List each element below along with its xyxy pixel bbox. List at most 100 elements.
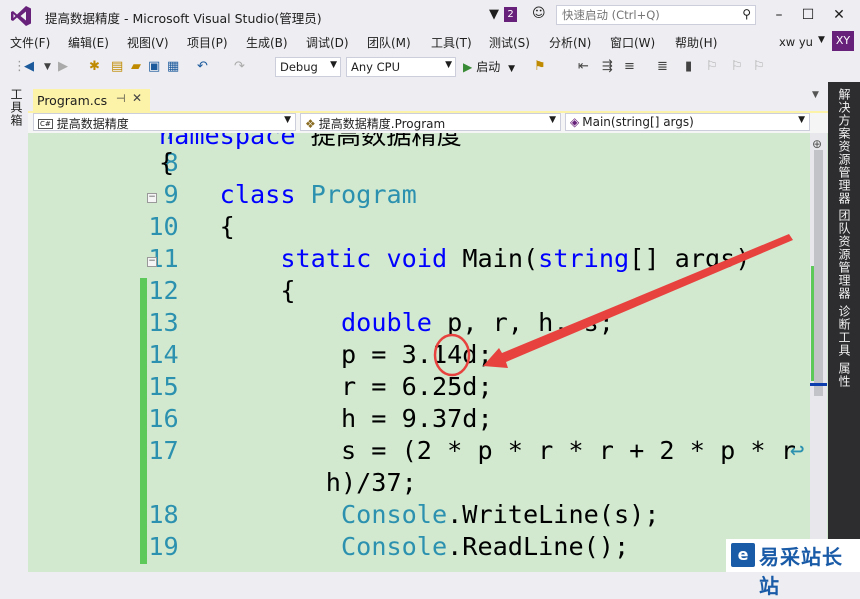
platform-dropdown[interactable]: Any CPU ▼ bbox=[346, 57, 456, 77]
chevron-down-icon: ▼ bbox=[284, 115, 291, 125]
chevron-down-icon: ▼ bbox=[508, 64, 515, 74]
window-title: 提高数据精度 - Microsoft Visual Studio(管理员) bbox=[45, 11, 322, 26]
next-bookmark-icon[interactable]: ⚐ bbox=[731, 59, 743, 74]
find-in-files-icon[interactable]: ⚑ bbox=[534, 59, 546, 74]
menu-view[interactable]: 视图(V) bbox=[127, 34, 169, 51]
code-line: 17 s = (2 * p * r * r + 2 * p * r * ↩ bbox=[28, 436, 826, 468]
collapse-icon[interactable]: − bbox=[147, 193, 157, 203]
format-icon[interactable]: ⇶ bbox=[602, 59, 613, 74]
step-icon[interactable]: ⇤ bbox=[578, 59, 589, 74]
save-all-icon[interactable]: ▦ bbox=[167, 59, 179, 74]
minimize-button[interactable]: – bbox=[766, 4, 792, 26]
pin-icon[interactable]: ⊣ bbox=[116, 92, 126, 105]
tab-list-icon[interactable]: ▼ bbox=[812, 90, 819, 100]
menu-team[interactable]: 团队(M) bbox=[367, 34, 411, 51]
save-icon[interactable]: ▣ bbox=[148, 59, 160, 74]
class-icon: ❖ bbox=[305, 117, 316, 131]
prev-bookmark-icon[interactable]: ⚐ bbox=[706, 59, 718, 74]
close-icon[interactable]: ✕ bbox=[132, 91, 142, 105]
project-dropdown[interactable]: C# 提高数据精度 ▼ bbox=[33, 113, 296, 131]
code-text: p = 3.14d; bbox=[159, 340, 493, 369]
chevron-down-icon: ▼ bbox=[549, 115, 556, 125]
code-line-wrapped: h)/37; bbox=[28, 468, 417, 500]
configuration-dropdown[interactable]: Debug ▼ bbox=[275, 57, 341, 77]
chevron-down-icon: ▼ bbox=[330, 60, 337, 70]
menu-file[interactable]: 文件(F) bbox=[10, 34, 50, 51]
scrollbar-caret-marker bbox=[810, 383, 827, 386]
maximize-button[interactable]: ☐ bbox=[795, 4, 821, 26]
redo-icon[interactable]: ↷ bbox=[234, 59, 245, 74]
scrollbar-thumb[interactable] bbox=[814, 150, 823, 396]
menu-test[interactable]: 测试(S) bbox=[489, 34, 530, 51]
close-window-button[interactable]: ✕ bbox=[826, 4, 852, 26]
code-text: { bbox=[159, 212, 235, 241]
code-text: h = 9.37d; bbox=[159, 404, 493, 433]
menu-edit[interactable]: 编辑(E) bbox=[68, 34, 109, 51]
outdent-icon[interactable]: ≡ bbox=[624, 59, 635, 74]
left-tool-strip bbox=[0, 82, 28, 572]
quick-launch-input[interactable] bbox=[557, 6, 737, 24]
code-text: namespace 提高数据精度 bbox=[159, 133, 462, 150]
notification-count-badge[interactable]: 2 bbox=[504, 7, 517, 22]
code-line: 10 { bbox=[28, 212, 235, 244]
start-label: 启动 bbox=[476, 60, 501, 74]
open-file-icon[interactable]: ▤ bbox=[111, 59, 123, 74]
feedback-icon[interactable]: ☺ bbox=[532, 6, 546, 21]
team-explorer-tab[interactable]: 团队资源管理器 bbox=[836, 209, 853, 300]
code-line: 15 r = 6.25d; bbox=[28, 372, 492, 404]
navigate-forward-icon[interactable]: ▶ bbox=[58, 59, 68, 74]
properties-tab[interactable]: 属性 bbox=[836, 362, 853, 388]
code-line: 19 Console.ReadLine(); bbox=[28, 532, 629, 564]
code-line: 16 h = 9.37d; bbox=[28, 404, 492, 436]
notification-flag-icon[interactable]: ▼ bbox=[489, 7, 499, 22]
user-name[interactable]: xw yu bbox=[779, 35, 813, 49]
menu-tools[interactable]: 工具(T) bbox=[431, 34, 472, 51]
toolbox-tab[interactable]: 工具箱 bbox=[8, 88, 25, 127]
diagnostic-tools-tab[interactable]: 诊断工具 bbox=[836, 305, 853, 357]
search-icon[interactable]: ⚲ bbox=[742, 7, 751, 21]
menu-analyze[interactable]: 分析(N) bbox=[549, 34, 591, 51]
start-debugging-button[interactable]: ▶ 启动 ▼ bbox=[463, 58, 515, 75]
code-line: 13 double p, r, h, s; bbox=[28, 308, 614, 340]
bookmark-icon[interactable]: ▮ bbox=[685, 59, 692, 74]
code-text: s = (2 * p * r * r + 2 * p * r * bbox=[159, 436, 827, 465]
quick-launch-box[interactable]: ⚲ bbox=[556, 5, 756, 25]
play-icon: ▶ bbox=[463, 60, 473, 74]
code-line: 9 − class Program bbox=[28, 180, 417, 212]
watermark-logo-icon: e bbox=[731, 543, 755, 567]
class-dropdown[interactable]: ❖ 提高数据精度.Program ▼ bbox=[300, 113, 561, 131]
member-dropdown[interactable]: ◈ Main(string[] args) ▼ bbox=[565, 113, 810, 131]
folder-icon[interactable]: ▰ bbox=[131, 59, 141, 74]
code-text: Console.ReadLine(); bbox=[340, 532, 630, 561]
menu-window[interactable]: 窗口(W) bbox=[610, 34, 655, 51]
chevron-down-icon[interactable]: ▼ bbox=[44, 62, 51, 72]
comment-icon[interactable]: ≣ bbox=[657, 59, 668, 74]
undo-icon[interactable]: ↶ bbox=[197, 59, 208, 74]
menu-project[interactable]: 项目(P) bbox=[187, 34, 228, 51]
clear-bookmarks-icon[interactable]: ⚐ bbox=[753, 59, 765, 74]
code-text: h)/37; bbox=[159, 468, 417, 497]
split-view-icon[interactable]: ⊕ bbox=[812, 137, 822, 151]
navigate-back-icon[interactable]: ◀ bbox=[24, 59, 34, 74]
method-icon: ◈ bbox=[570, 115, 580, 129]
code-editor[interactable]: 7 namespace 提高数据精度 8 { 9 − class Program… bbox=[28, 133, 828, 572]
code-line: 7 namespace 提高数据精度 bbox=[28, 133, 462, 150]
platform-value: Any CPU bbox=[351, 60, 400, 74]
csharp-icon: C# bbox=[38, 119, 53, 129]
new-project-icon[interactable]: ✱ bbox=[89, 59, 100, 74]
chevron-down-icon[interactable]: ▼ bbox=[818, 35, 825, 45]
scrollbar-change-marker bbox=[811, 266, 814, 381]
chevron-down-icon: ▼ bbox=[798, 115, 805, 125]
tab-program-cs[interactable]: Program.cs ⊣ ✕ bbox=[33, 89, 150, 111]
menu-build[interactable]: 生成(B) bbox=[246, 34, 288, 51]
avatar[interactable]: XY bbox=[832, 31, 854, 51]
collapse-icon[interactable]: − bbox=[147, 257, 157, 267]
solution-explorer-tab[interactable]: 解决方案资源管理器 bbox=[836, 88, 853, 205]
code-text: { bbox=[159, 276, 296, 305]
change-tracking-bar bbox=[140, 278, 147, 564]
menu-help[interactable]: 帮助(H) bbox=[675, 34, 717, 51]
code-line: 12 { bbox=[28, 276, 295, 308]
code-line: 14 p = 3.14d; bbox=[28, 340, 492, 372]
code-text: Console.WriteLine(s); bbox=[340, 500, 660, 529]
menu-debug[interactable]: 调试(D) bbox=[306, 34, 349, 51]
